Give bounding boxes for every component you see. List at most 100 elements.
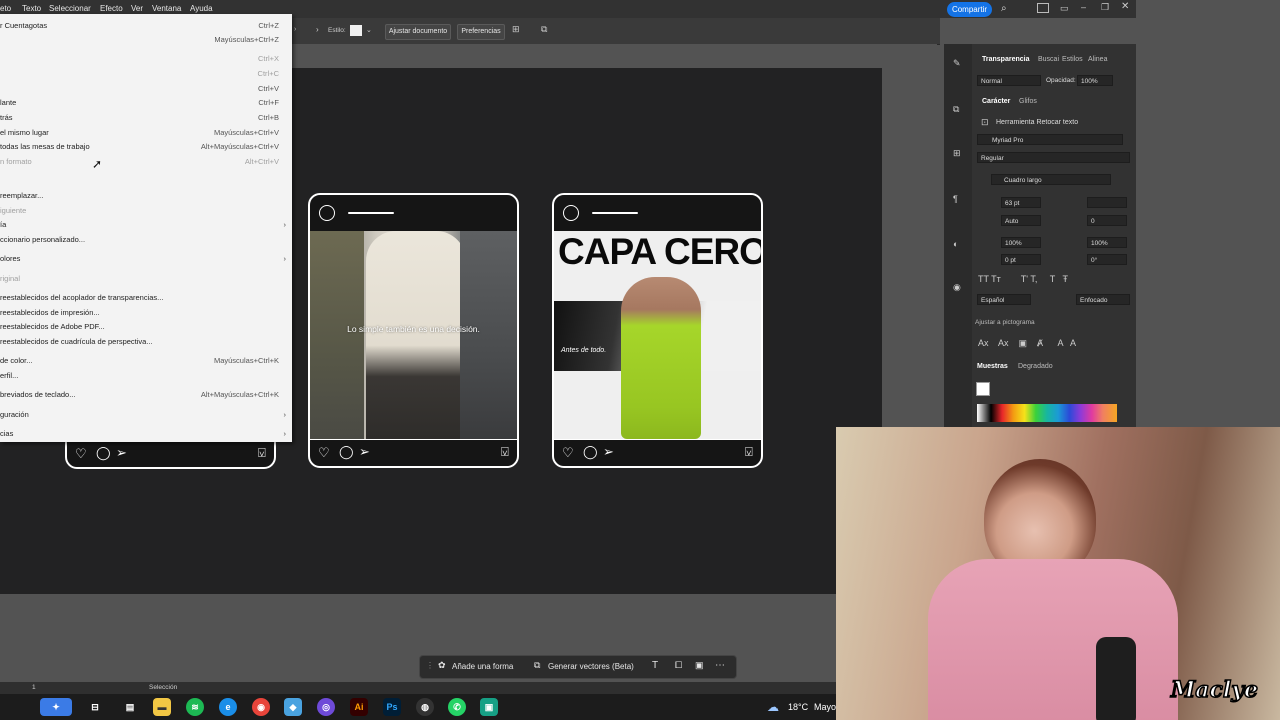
menu-item[interactable]: lante Ctrl+F (0, 96, 292, 110)
menu-item[interactable]: r Cuentagotas Ctrl+Z (0, 19, 292, 33)
horizontal-scale-input[interactable]: 100% (1087, 237, 1127, 248)
tab-glyphs[interactable]: Glifos (1019, 98, 1037, 105)
arrange-grid-icon[interactable]: ⊞ (512, 24, 520, 35)
bookmark-icon[interactable]: ⍌ (745, 444, 753, 460)
menu-item[interactable]: guración › (0, 408, 292, 422)
menu-text[interactable]: Texto (22, 4, 41, 13)
more-icon[interactable]: ⋯ (715, 660, 725, 671)
tracking-input[interactable]: 0 (1087, 215, 1127, 226)
chrome-icon[interactable]: ◉ (252, 698, 270, 716)
share-button[interactable]: Compartir (947, 2, 992, 17)
illustrator-icon[interactable]: Ai (350, 698, 368, 716)
touch-type-button[interactable]: Herramienta Retocar texto (996, 119, 1078, 126)
menu-item[interactable]: Ctrl+V (0, 82, 292, 96)
text-case-icons[interactable]: TT Tт T' T, T Ŧ (978, 274, 1068, 284)
file-explorer-icon[interactable]: ▬ (153, 698, 171, 716)
menu-item[interactable]: cias › (0, 427, 292, 441)
language-select[interactable]: Español (977, 294, 1031, 305)
spotify-icon[interactable]: ≋ (186, 698, 204, 716)
fill-swatch[interactable] (976, 382, 990, 396)
bookmark-icon[interactable]: ⍌ (258, 445, 266, 461)
leading-input[interactable] (1087, 197, 1127, 208)
font-family-select[interactable]: Myriad Pro (977, 134, 1123, 145)
send-icon[interactable]: ➢ (116, 445, 127, 461)
menu-window[interactable]: Ventana (152, 4, 181, 13)
menu-item[interactable]: reestablecidos del acoplador de transpar… (0, 291, 292, 305)
tab-styles[interactable]: Estilos (1062, 56, 1083, 63)
tab-search[interactable]: Buscai (1038, 56, 1059, 63)
menu-effect[interactable]: Efecto (100, 4, 123, 13)
menu-item[interactable]: reemplazar... (0, 189, 292, 203)
menu-item[interactable]: erfil... (0, 369, 292, 383)
maximize-icon[interactable]: ❐ (1101, 2, 1109, 13)
comment-icon[interactable]: ◯ (96, 445, 111, 461)
menu-item[interactable]: Mayúsculas+Ctrl+Z (0, 33, 292, 47)
obs-icon[interactable]: ◎ (317, 698, 335, 716)
tab-swatches[interactable]: Muestras (977, 363, 1008, 370)
send-icon[interactable]: ➢ (603, 444, 614, 460)
chevron-down-icon[interactable]: ⌄ (366, 26, 372, 34)
weather-temp[interactable]: 18°C (788, 702, 808, 712)
comment-icon[interactable]: ◯ (583, 444, 598, 460)
color-icon[interactable]: ◐ (953, 239, 958, 249)
menu-view[interactable]: Ver (131, 4, 143, 13)
brush-icon[interactable]: ✎ (953, 58, 961, 69)
image-icon[interactable]: ▣ (695, 660, 704, 671)
app-green-icon[interactable]: ▣ (480, 698, 498, 716)
menu-item[interactable]: reestablecidos de Adobe PDF... (0, 320, 292, 334)
tab-gradient[interactable]: Degradado (1018, 363, 1053, 370)
tab-transparency[interactable]: Transparencia (982, 56, 1029, 63)
frame-select[interactable]: Cuadro largo (991, 174, 1111, 185)
menu-item[interactable]: reestablecidos de impresión... (0, 306, 292, 320)
photoshop-icon[interactable]: Ps (383, 698, 401, 716)
task-view-icon[interactable]: ⊟ (86, 698, 104, 716)
menu-item[interactable]: trás Ctrl+B (0, 111, 292, 125)
obs-studio-icon[interactable]: ◍ (416, 698, 434, 716)
font-style-select[interactable]: Regular (977, 152, 1130, 163)
snap-icons[interactable]: Ax Ax ▣ Ⱥ A A (978, 338, 1076, 349)
font-size-input[interactable]: 63 pt (1001, 197, 1041, 208)
export-icon[interactable]: ⧉ (541, 24, 547, 35)
comment-icon[interactable]: ◯ (339, 444, 354, 460)
menu-item[interactable]: breviados de teclado... Alt+Mayúsculas+Ct… (0, 388, 292, 402)
drag-handle-icon[interactable]: ⋮ (426, 661, 434, 670)
heart-icon[interactable]: ♡ (562, 445, 574, 461)
export-icon[interactable]: ⧉ (953, 104, 959, 115)
baseline-shift-input[interactable]: 0 pt (1001, 254, 1041, 265)
paragraph-icon[interactable]: ¶ (953, 194, 958, 204)
bookmark-icon[interactable]: ⍌ (501, 444, 509, 460)
chevron-right-icon[interactable]: › (316, 25, 319, 34)
menu-select[interactable]: Seleccionar (49, 4, 91, 13)
menu-item[interactable]: todas las mesas de trabajo Alt+Mayúsculas… (0, 140, 292, 154)
globe-icon[interactable]: ◉ (953, 282, 961, 293)
kerning-input[interactable]: Auto (1001, 215, 1041, 226)
menu-item[interactable]: ccionario personalizado... (0, 233, 292, 247)
style-swatch[interactable] (350, 25, 362, 36)
swatch-grid[interactable] (977, 404, 1117, 422)
instagram-post-card-3[interactable]: CAPA CERO Antes de todo. ♡ ◯ ➢ ⍌ (552, 193, 763, 468)
menu-help[interactable]: Ayuda (190, 4, 213, 13)
menu-edit[interactable]: eto (0, 4, 11, 13)
generate-vectors-button[interactable]: Generar vectores (Beta) (548, 662, 634, 671)
transform-icon[interactable]: ⊞ (953, 148, 961, 159)
tab-character[interactable]: Carácter (982, 98, 1010, 105)
menu-item[interactable]: el mismo lugar Mayúsculas+Ctrl+V (0, 126, 292, 140)
minimize-icon[interactable]: – (1081, 2, 1086, 12)
vertical-scale-input[interactable]: 100% (1001, 237, 1041, 248)
opacity-input[interactable]: 100% (1077, 75, 1113, 86)
crop-icon[interactable]: ⧠ (675, 660, 682, 671)
add-shape-button[interactable]: Añade una forma (452, 662, 513, 671)
search-icon[interactable]: ⌕ (1001, 3, 1007, 14)
send-icon[interactable]: ➢ (359, 444, 370, 460)
menu-item[interactable]: reestablecidos de cuadrícula de perspect… (0, 335, 292, 349)
artboard-number[interactable]: 1 (32, 684, 36, 691)
menu-item[interactable]: de color... Mayúsculas+Ctrl+K (0, 354, 292, 368)
instagram-post-card-2[interactable]: Lo simple también es una decisión. ♡ ◯ ➢… (308, 193, 519, 468)
heart-icon[interactable]: ♡ (318, 445, 330, 461)
heart-icon[interactable]: ♡ (75, 446, 87, 462)
edge-icon[interactable]: e (219, 698, 237, 716)
arrange-icon[interactable] (1037, 3, 1049, 13)
close-icon[interactable]: ✕ (1121, 1, 1129, 12)
widgets-icon[interactable]: ▤ (121, 698, 139, 716)
preferences-button[interactable]: Preferencias (457, 24, 505, 40)
